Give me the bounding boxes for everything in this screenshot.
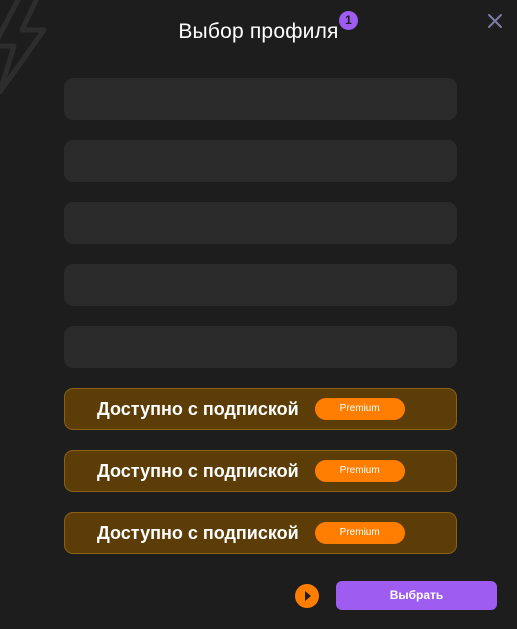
locked-slot-label: Доступно с подпиской [97,460,299,481]
profile-slot-locked[interactable]: Доступно с подпиской Premium [64,450,457,492]
profile-slot-empty[interactable] [64,326,457,368]
play-button[interactable] [295,584,319,608]
close-icon[interactable] [486,12,504,30]
play-icon [305,591,311,601]
dialog-title: Выбор профиля [178,20,339,43]
dialog-header: Выбор профиля [0,20,517,44]
locked-slot-label: Доступно с подпиской [97,398,299,419]
locked-slot-label: Доступно с подпиской [97,522,299,543]
premium-badge[interactable]: Premium [314,460,405,482]
profile-count-badge: 1 [339,11,358,30]
lightning-bolt-icon [0,0,47,94]
profile-slot-empty[interactable] [64,202,457,244]
premium-badge[interactable]: Premium [314,398,405,420]
profile-slot-locked[interactable]: Доступно с подпиской Premium [64,388,457,430]
profile-list: Доступно с подпиской Premium Доступно с … [64,78,457,574]
profile-slot-empty[interactable] [64,264,457,306]
select-button[interactable]: Выбрать [336,581,497,610]
profile-slot-empty[interactable] [64,78,457,120]
profile-slot-empty[interactable] [64,140,457,182]
profile-select-dialog: Выбор профиля 1 Доступно с подпиской Pre… [0,0,517,629]
profile-slot-locked[interactable]: Доступно с подпиской Premium [64,512,457,554]
premium-badge[interactable]: Premium [314,522,405,544]
